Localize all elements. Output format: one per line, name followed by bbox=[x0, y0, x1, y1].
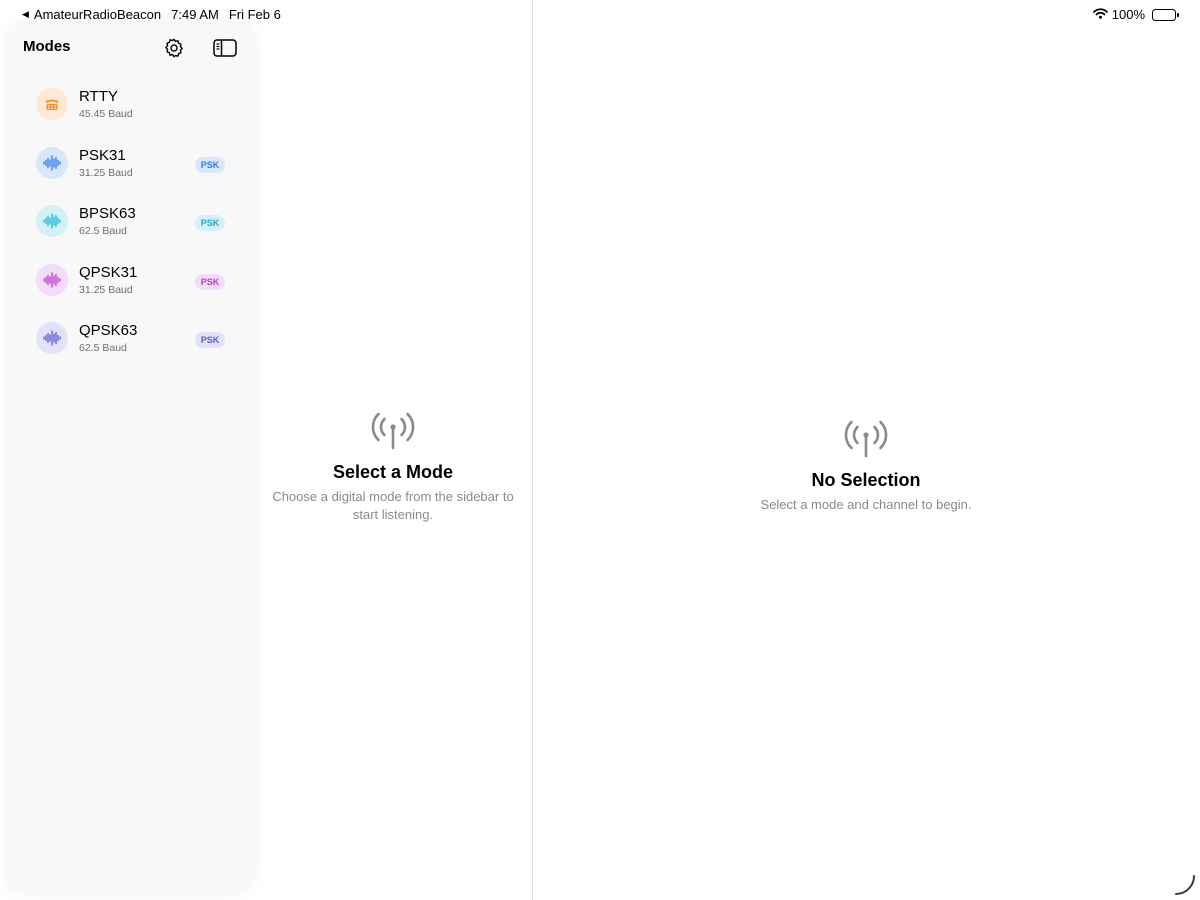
mode-icon-circle bbox=[36, 322, 68, 354]
mode-type-badge: PSK bbox=[195, 273, 225, 290]
antenna-radiowaves-icon bbox=[371, 412, 415, 450]
teletype-icon bbox=[45, 99, 59, 110]
mode-type-badge: PSK bbox=[195, 156, 225, 173]
detail-empty-state: No Selection Select a mode and channel t… bbox=[660, 418, 1072, 514]
wifi-icon bbox=[1092, 7, 1108, 22]
mode-item-bpsk63[interactable]: BPSK63 62.5 Baud PSK bbox=[8, 197, 253, 256]
waveform-icon bbox=[43, 330, 61, 346]
settings-button[interactable] bbox=[161, 35, 187, 61]
mode-item-rtty[interactable]: RTTY 45.45 Baud bbox=[8, 80, 253, 139]
back-arrow-icon[interactable]: ◀ bbox=[22, 9, 29, 20]
mode-name: QPSK63 bbox=[79, 322, 138, 339]
status-time: 7:49 AM bbox=[171, 7, 219, 22]
back-to-app-label[interactable]: AmateurRadioBeacon bbox=[34, 7, 161, 22]
mode-baud: 62.5 Baud bbox=[79, 225, 127, 237]
gear-icon bbox=[165, 38, 183, 58]
column-divider bbox=[532, 0, 533, 900]
sidebar-header: Modes bbox=[8, 24, 253, 70]
waveform-icon bbox=[43, 213, 61, 229]
content-empty-subtitle: Choose a digital mode from the sidebar t… bbox=[272, 489, 514, 522]
mode-icon-circle bbox=[36, 146, 68, 179]
mode-name: QPSK31 bbox=[79, 263, 138, 281]
mode-name: PSK31 bbox=[79, 146, 126, 164]
status-date: Fri Feb 6 bbox=[228, 7, 281, 22]
toggle-sidebar-button[interactable] bbox=[212, 35, 238, 61]
mode-item-qpsk31[interactable]: QPSK31 31.25 Baud PSK bbox=[8, 256, 253, 315]
status-bar: ◀ AmateurRadioBeacon 7:49 AM Fri Feb 6 1… bbox=[0, 0, 1200, 28]
sidebar: Modes RTTY 45.45 Baud PSK31 31.25 Baud P… bbox=[8, 24, 253, 891]
sidebar-toggle-icon bbox=[213, 39, 237, 57]
mode-icon-circle bbox=[36, 263, 68, 296]
waveform-icon bbox=[43, 271, 61, 288]
mode-type-badge: PSK bbox=[195, 332, 225, 348]
waveform-icon bbox=[43, 154, 61, 171]
mode-baud: 45.45 Baud bbox=[79, 108, 133, 120]
mode-icon-circle bbox=[36, 205, 68, 237]
mode-type-badge: PSK bbox=[195, 215, 225, 231]
mode-baud: 62.5 Baud bbox=[79, 342, 127, 354]
content-empty-state: Select a Mode Choose a digital mode from… bbox=[272, 410, 514, 524]
mode-item-qpsk63[interactable]: QPSK63 62.5 Baud PSK bbox=[8, 314, 253, 373]
battery-percent: 100% bbox=[1111, 7, 1145, 22]
sidebar-title: Modes bbox=[23, 38, 71, 55]
resize-grip-icon[interactable] bbox=[1174, 874, 1196, 896]
antenna-radiowaves-icon bbox=[844, 420, 888, 458]
mode-name: BPSK63 bbox=[79, 205, 136, 222]
mode-baud: 31.25 Baud bbox=[79, 283, 133, 296]
detail-empty-title: No Selection bbox=[811, 470, 921, 490]
content-empty-title: Select a Mode bbox=[332, 462, 454, 482]
detail-empty-subtitle: Select a mode and channel to begin. bbox=[760, 497, 972, 512]
battery-icon bbox=[1152, 8, 1179, 21]
mode-item-psk31[interactable]: PSK31 31.25 Baud PSK bbox=[8, 139, 253, 198]
mode-list: RTTY 45.45 Baud PSK31 31.25 Baud PSK BPS… bbox=[8, 80, 253, 373]
mode-icon-circle bbox=[36, 88, 68, 120]
mode-baud: 31.25 Baud bbox=[79, 166, 133, 179]
mode-name: RTTY bbox=[79, 88, 118, 105]
